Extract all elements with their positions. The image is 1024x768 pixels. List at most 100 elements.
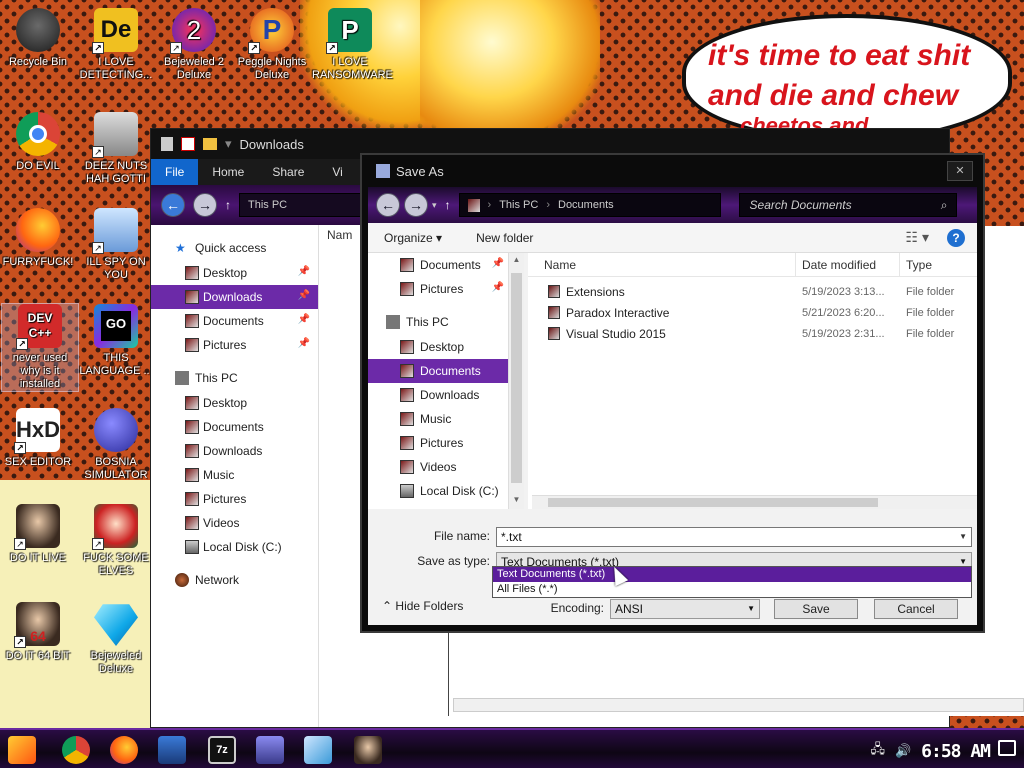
nav-item-documents[interactable]: Documents	[368, 359, 508, 383]
close-button[interactable]: ✕	[947, 161, 973, 181]
save-as-dialog[interactable]: Save As ✕ ← → ▾ ↑ › This PC › Documents …	[360, 153, 985, 633]
organize-button[interactable]: Organize ▾	[384, 231, 442, 245]
column-name[interactable]: Name	[528, 252, 796, 277]
desktop-icon-bejeweled2[interactable]: 2 ↗ Bejeweled 2 Deluxe	[156, 8, 232, 82]
scroll-thumb[interactable]	[511, 273, 522, 483]
column-date-modified[interactable]: Date modified	[796, 252, 900, 277]
desktop-icon-detect[interactable]: De ↗ I LOVE DETECTING...	[78, 8, 154, 82]
tab-home[interactable]: Home	[198, 159, 258, 185]
sidebar-scrollbar[interactable]: ▲ ▼	[508, 253, 524, 509]
search-input[interactable]: Search Documents ⌕	[738, 193, 957, 217]
column-name-header[interactable]: Nam	[321, 225, 352, 245]
desktop-icon-64bit[interactable]: 64 ↗ DO IT 64 BIT	[0, 602, 76, 663]
hide-folders-button[interactable]: ⌃ Hide Folders	[382, 599, 463, 613]
nav-item-local-disk[interactable]: Local Disk (C:)	[368, 479, 524, 503]
chevron-down-icon[interactable]: ▼	[959, 528, 967, 546]
desktop-icon-goland[interactable]: GO THIS LANGUAGE ...	[78, 304, 154, 378]
nav-item-documents[interactable]: Documents	[151, 415, 318, 439]
up-arrow-icon[interactable]: ↑	[445, 198, 451, 212]
desktop-icon-hxd[interactable]: HxD ↗ SEX EDITOR	[0, 408, 76, 469]
file-row[interactable]: Paradox Interactive 5/21/2023 6:20... Fi…	[528, 302, 977, 323]
nav-item-local-disk[interactable]: Local Disk (C:)	[151, 535, 318, 559]
desktop-icon-devcpp[interactable]: DEV C++ ↗ never used why is it installed	[1, 303, 79, 392]
help-icon[interactable]: ?	[947, 228, 965, 247]
desktop-icon-elves[interactable]: ↗ FUCK SOME ELVES	[78, 504, 154, 578]
save-button[interactable]: Save	[774, 599, 858, 619]
tab-view[interactable]: Vi	[318, 159, 356, 185]
scroll-down-icon[interactable]: ▼	[511, 495, 522, 507]
new-folder-button[interactable]: New folder	[476, 231, 533, 245]
scroll-thumb[interactable]	[548, 498, 878, 507]
desktop-icon-bejeweled[interactable]: Bejeweled Deluxe	[78, 602, 154, 676]
tab-file[interactable]: File	[151, 159, 199, 185]
dialog-titlebar[interactable]: Save As	[362, 155, 983, 187]
nav-item-pictures[interactable]: Pictures 📌	[151, 333, 318, 357]
start-button[interactable]	[8, 736, 36, 764]
nav-item-music[interactable]: Music	[151, 463, 318, 487]
scroll-up-icon[interactable]: ▲	[511, 255, 522, 267]
nav-item-desktop[interactable]: Desktop	[368, 335, 524, 359]
forward-button[interactable]: →	[193, 193, 217, 217]
monitor-icon[interactable]	[256, 736, 284, 764]
file-row[interactable]: Extensions 5/19/2023 3:13... File folder	[528, 281, 977, 302]
cancel-button[interactable]: Cancel	[874, 599, 958, 619]
chrome-icon[interactable]	[62, 736, 90, 764]
file-name-field[interactable]: *.txt ▼	[496, 527, 972, 547]
nav-item-downloads[interactable]: Downloads	[368, 383, 524, 407]
nav-item-pictures[interactable]: Pictures 📌	[368, 277, 524, 301]
column-type[interactable]: Type	[900, 258, 932, 272]
tab-share[interactable]: Share	[258, 159, 318, 185]
quick-access[interactable]: ★ Quick access	[151, 235, 318, 261]
desktop-icon-chrome[interactable]: DO EVIL	[0, 112, 76, 173]
desktop-icon-firefox[interactable]: FURRYFUCK!	[0, 208, 76, 269]
desktop-icon-do-it-live[interactable]: ↗ DO IT LIVE	[0, 504, 76, 565]
nav-this-pc[interactable]: This PC	[151, 365, 318, 391]
nav-item-documents[interactable]: Documents 📌	[151, 309, 318, 333]
up-arrow-icon[interactable]: ↑	[225, 198, 231, 212]
nav-item-videos[interactable]: Videos	[151, 511, 318, 535]
nav-item-downloads[interactable]: Downloads 📌	[151, 285, 318, 309]
back-button[interactable]: ←	[376, 193, 400, 217]
nav-item-videos[interactable]: Videos	[368, 455, 524, 479]
dropdown-option-all[interactable]: All Files (*.*)	[493, 582, 971, 597]
file-list-scrollbar[interactable]	[532, 495, 977, 509]
desktop-icon-spy[interactable]: ↗ ILL SPY ON YOU	[78, 208, 154, 282]
portrait-icon[interactable]	[354, 736, 382, 764]
clock[interactable]: 6:58 AM	[921, 741, 991, 762]
notification-icon[interactable]	[998, 740, 1016, 756]
encoding-select[interactable]: ANSI ▼	[610, 599, 760, 619]
desktop-icon-deez[interactable]: ↗ DEEZ NUTS HAH GOTTI	[78, 112, 154, 186]
nav-item-desktop[interactable]: Desktop 📌	[151, 261, 318, 285]
view-options-icon[interactable]: ☷ ▾	[906, 229, 929, 246]
notepad-icon[interactable]	[304, 736, 332, 764]
dialog-address-bar[interactable]: › This PC › Documents	[458, 193, 721, 217]
nav-item-pictures[interactable]: Pictures	[368, 431, 524, 455]
volume-icon[interactable]: 🔊	[895, 743, 911, 759]
back-button[interactable]: ←	[161, 193, 185, 217]
nav-item-pictures[interactable]: Pictures	[151, 487, 318, 511]
desktop-icon-peggle[interactable]: P ↗ Peggle Nights Deluxe	[234, 8, 310, 82]
downloads-icon	[185, 444, 199, 458]
nav-this-pc[interactable]: This PC	[368, 309, 524, 335]
address-segment[interactable]: This PC	[499, 199, 538, 211]
forward-button[interactable]: →	[404, 193, 428, 217]
nav-item-documents[interactable]: Documents 📌	[368, 253, 524, 277]
network-icon[interactable]: 🖧	[870, 740, 885, 762]
desktop-icon-bosnia[interactable]: BOSNIA SIMULATOR	[78, 408, 154, 482]
nav-item-downloads[interactable]: Downloads	[151, 439, 318, 463]
nav-item-music[interactable]: Music	[368, 407, 524, 431]
nav-item-desktop[interactable]: Desktop	[151, 391, 318, 415]
desktop-icon-ransomware[interactable]: P ↗ I LOVE RANSOMWARE	[312, 8, 393, 82]
dropdown-option-txt[interactable]: Text Documents (*.txt)	[493, 567, 971, 582]
file-explorer-icon[interactable]	[158, 736, 186, 764]
documents-icon	[400, 258, 414, 272]
horizontal-scrollbar[interactable]	[453, 698, 1024, 712]
chevron-down-icon[interactable]: ▾	[432, 200, 437, 211]
file-row[interactable]: Visual Studio 2015 5/19/2023 2:31... Fil…	[528, 323, 977, 344]
desktop-icon-recycle-bin[interactable]: Recycle Bin	[0, 8, 76, 69]
7zip-icon[interactable]: 7z	[208, 736, 236, 764]
chevron-down-icon[interactable]: ▼	[747, 600, 755, 618]
firefox-icon[interactable]	[110, 736, 138, 764]
address-segment[interactable]: Documents	[558, 199, 614, 211]
nav-network[interactable]: Network	[151, 567, 318, 593]
